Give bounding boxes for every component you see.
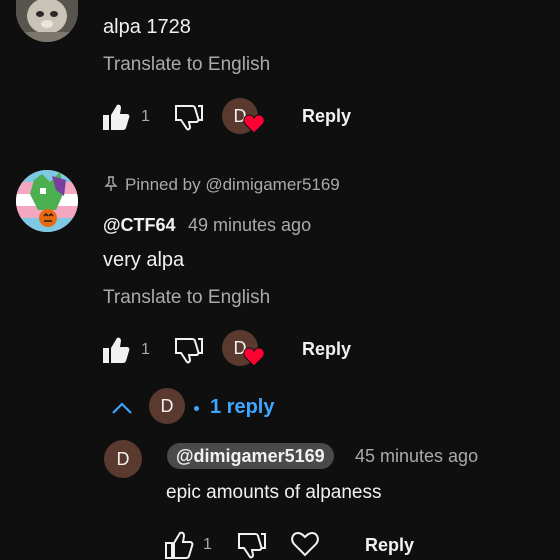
dot-separator [194,406,199,411]
like-icon[interactable] [164,531,194,559]
chevron-up-icon [112,402,132,414]
like-count: 1 [141,108,150,125]
heart-outline-icon[interactable] [290,531,320,557]
reply-timestamp[interactable]: 45 minutes ago [355,447,478,465]
commenter-avatar[interactable] [16,0,78,42]
like-count: 1 [203,536,212,553]
comment-text: alpa 1728 [103,16,191,38]
reply-text: epic amounts of alpaness [166,482,382,503]
dislike-icon[interactable] [173,336,205,364]
commenter-avatar[interactable] [16,170,78,232]
reply-author-avatar: D [149,388,185,424]
replies-toggle[interactable]: D 1 reply [105,385,285,427]
replies-count-label[interactable]: 1 reply [210,397,274,417]
author-chip[interactable]: @dimigamer5169 [167,443,334,469]
reply-author-avatar[interactable]: D [104,440,142,478]
ctf64-avatar-image [16,170,78,232]
translate-link[interactable]: Translate to English [103,288,270,307]
reply-button[interactable]: Reply [365,536,414,554]
dislike-icon[interactable] [236,531,268,559]
dislike-icon[interactable] [173,103,205,131]
pin-icon [104,176,118,191]
translate-link[interactable]: Translate to English [103,55,270,74]
pinned-label: Pinned by @dimigamer5169 [125,175,340,194]
comment-text: very alpa [103,249,185,271]
reply-button[interactable]: Reply [302,107,351,125]
comment-author[interactable]: @CTF64 [103,216,176,234]
like-count: 1 [141,341,150,358]
comment-timestamp[interactable]: 49 minutes ago [188,216,311,234]
cat-avatar-image [16,0,78,42]
reply-button[interactable]: Reply [302,340,351,358]
heart-icon [243,114,265,134]
like-icon[interactable] [101,336,131,364]
like-icon[interactable] [101,103,131,131]
heart-icon [243,347,265,367]
